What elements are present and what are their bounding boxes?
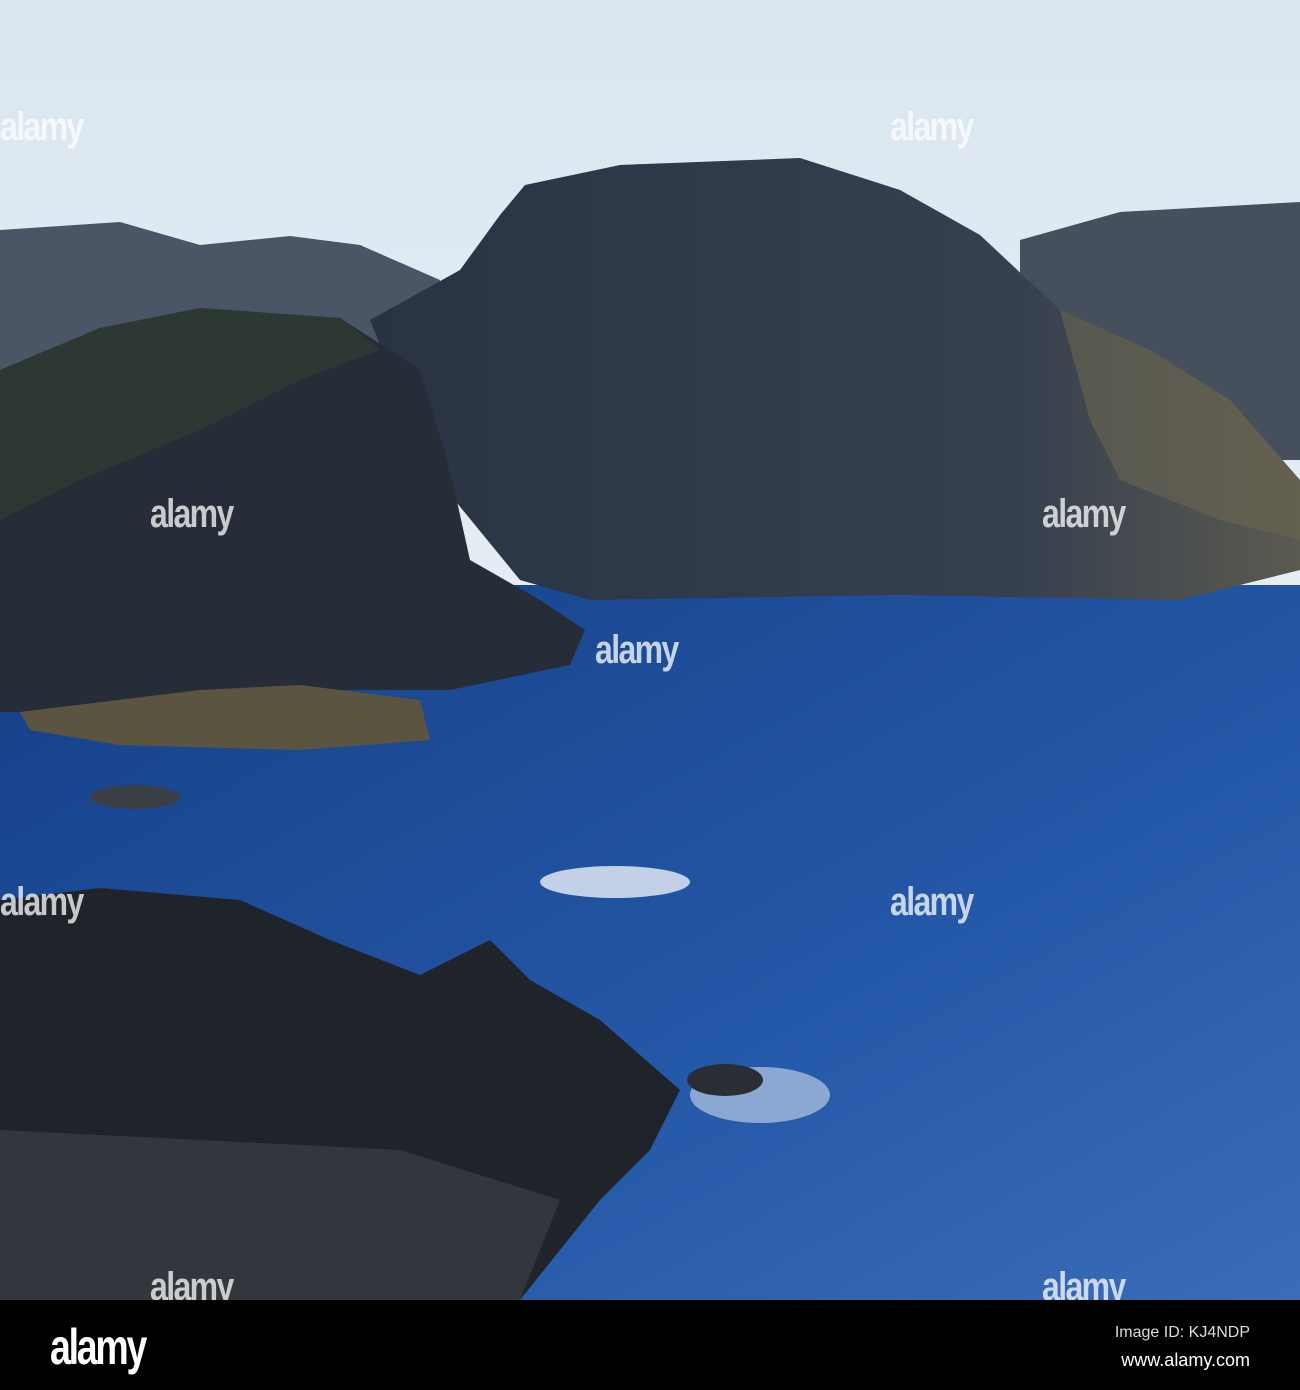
watermark: alamy: [0, 880, 84, 924]
watermark: alamy: [1042, 492, 1126, 536]
image-id: Image ID: KJ4NDP: [1114, 1324, 1250, 1341]
watermark: alamy: [890, 880, 974, 924]
watermark: alamy: [0, 105, 84, 149]
alamy-logo: alamy: [50, 1319, 147, 1375]
small-rock: [90, 785, 180, 809]
offshore-rock: [687, 1064, 763, 1096]
watermark: alamy: [890, 105, 974, 149]
watermark: alamy: [595, 628, 679, 672]
website-link: www.alamy.com: [1121, 1350, 1250, 1370]
photo-frame: alamy alamy alamy alamy alamy alamy alam…: [0, 0, 1300, 1390]
watermark: alamy: [150, 492, 234, 536]
surf: [540, 866, 690, 898]
footer-bar: alamy Image ID: KJ4NDP www.alamy.com: [0, 1300, 1300, 1390]
